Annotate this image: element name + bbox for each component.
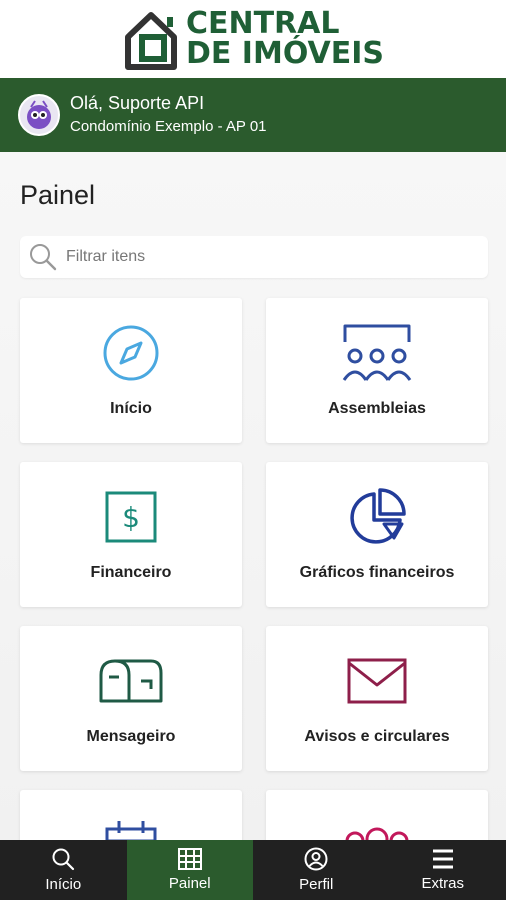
card-label: Mensageiro [86,728,176,745]
brand-name-line2: DE IMÓVEIS [185,36,385,71]
menu-icon [432,849,453,869]
mailbox-icon [99,659,163,703]
nav-label: Início [45,876,82,893]
bottom-nav: Início Painel Perfil Extras [0,840,506,900]
nav-label: Perfil [299,876,334,893]
card-label: Avisos e circulares [304,728,450,745]
envelope-icon [347,658,407,704]
search-icon [30,244,57,271]
card-label: Assembleias [328,400,426,417]
user-greeting: Olá, Suporte API [70,93,205,113]
nav-item-extras[interactable]: Extras [380,840,506,900]
avatar[interactable] [18,94,60,136]
brand-header: CENTRAL DE IMÓVEIS [0,0,506,78]
main-content[interactable]: Painel Início [0,152,506,840]
nav-item-inicio[interactable]: Início [0,840,127,900]
search-input[interactable] [66,248,466,266]
brand-name-line1: CENTRAL [185,6,340,41]
search-icon [52,848,75,871]
nav-item-painel[interactable]: Painel [126,840,253,900]
card-label: Financeiro [90,564,172,581]
card-avisos-circulares[interactable]: Avisos e circulares [266,626,488,771]
nav-item-perfil[interactable]: Perfil [253,840,380,900]
calendar-icon [105,821,157,840]
card-inicio[interactable]: Início [20,298,242,443]
people-group-icon [342,324,412,381]
search-bar[interactable] [20,236,488,278]
nav-label: Extras [421,875,464,892]
user-unit: Condomínio Exemplo - AP 01 [70,118,267,135]
svg-text:$: $ [122,501,140,534]
circles-icon [345,827,409,840]
dollar-icon: $ [105,491,157,543]
page-title: Painel [20,180,96,210]
house-logo-icon [124,12,177,70]
compass-icon [103,325,159,381]
card-label: Início [110,400,152,417]
user-bar: Olá, Suporte API Condomínio Exemplo - AP… [0,78,506,152]
card-calendario[interactable] [20,790,242,840]
brand-logo: CENTRAL DE IMÓVEIS [122,7,384,71]
card-label: Gráficos financeiros [299,564,455,581]
card-assembleias[interactable]: Assembleias [266,298,488,443]
card-graficos-financeiros[interactable]: Gráficos financeiros [266,462,488,607]
avatar-icon [27,100,51,129]
card-mensageiro[interactable]: Mensageiro [20,626,242,771]
pie-chart-icon [350,488,406,544]
card-grupos[interactable] [266,790,488,840]
card-financeiro[interactable]: $ Financeiro [20,462,242,607]
grid-icon [177,848,202,870]
user-circle-icon [304,847,328,871]
nav-label: Painel [168,875,211,892]
